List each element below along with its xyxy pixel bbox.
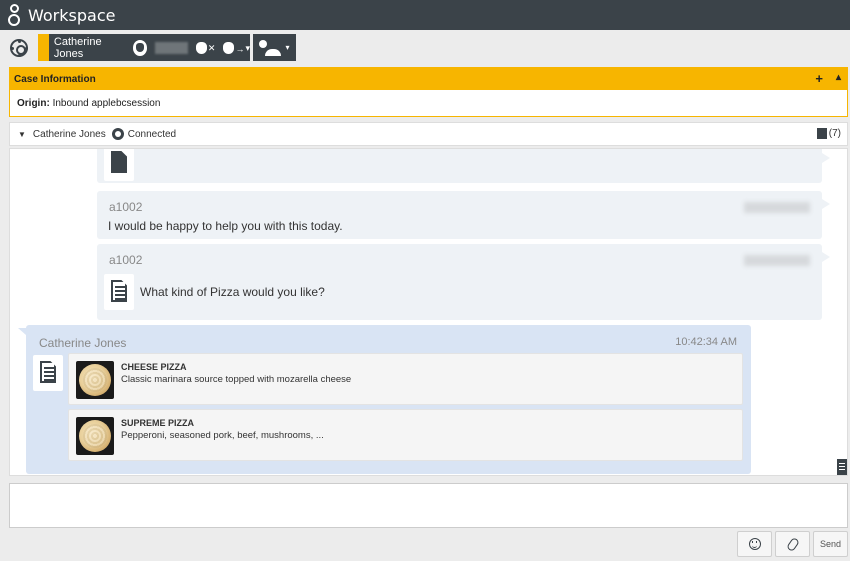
case-origin: Origin: Inbound applebcsession [10,90,847,117]
item-description: Classic marinara source topped with moza… [121,374,352,385]
conversation-bar: ▼ Catherine Jones Connected (7) [9,122,848,146]
message-sender: a1002 [109,200,143,214]
history-count: (7) [828,128,841,139]
top-bar: Workspace [0,0,850,30]
agent-message: a1002 I would be happy to help you with … [97,191,830,239]
genesys-logo-icon [8,4,22,26]
agent-icon [259,39,268,48]
customer-message: Catherine Jones 10:42:34 AM CHEESE PIZZA… [18,325,751,474]
transfer-glyph: → [235,43,245,54]
pizza-image [76,361,114,399]
pizza-image [76,417,114,455]
conversation-status: Connected [127,128,177,140]
history-icon [816,128,827,139]
apple-end-icon [195,41,207,54]
emoji-icon [748,538,761,550]
message-sender: Catherine Jones [39,336,127,350]
message-input[interactable] [9,483,848,528]
gear-icon[interactable] [10,39,28,57]
apple-icon [132,39,148,56]
history-button[interactable]: (7) [816,128,841,139]
footer-bar: Send [0,530,850,561]
case-title: Case Information [14,73,96,85]
list-document-icon [33,355,63,391]
message-text: I would be happy to help you with this t… [108,219,343,233]
chat-transcript[interactable]: a1002 I would be happy to help you with … [9,148,848,476]
item-description: Pepperoni, seasoned pork, beef, mushroom… [121,430,324,441]
chevron-down-icon[interactable]: ▼ [18,130,26,139]
origin-label: Origin: [17,98,50,109]
apple-transfer-button[interactable]: → ▾ [223,41,250,54]
party-name: Catherine Jones [53,35,102,60]
case-header[interactable]: Case Information + ▴ [10,68,847,90]
chevron-down-icon: ▾ [285,43,290,52]
origin-value: Inbound applebcsession [52,98,161,109]
apple-transfer-icon [223,41,235,54]
message-text: What kind of Pizza would you like? [140,285,325,299]
emoji-button[interactable] [737,531,772,557]
redacted-timestamp [744,202,810,213]
message-timestamp: 10:42:34 AM [675,336,737,348]
list-item[interactable]: SUPREME PIZZA Pepperoni, seasoned pork, … [68,409,743,461]
scroll-handle[interactable] [837,459,847,475]
flag-icon [38,34,49,61]
list-item[interactable]: CHEESE PIZZA Classic marinara source top… [68,353,743,405]
case-information-panel: Case Information + ▴ Origin: Inbound app… [9,67,848,117]
send-button[interactable]: Send [813,531,848,557]
agent-message-partial [97,149,830,183]
app-title: Workspace [28,5,116,25]
agent-message: a1002 What kind of Pizza would you like? [97,244,830,320]
list-document-icon [104,274,134,310]
agent-menu-button[interactable]: ▾ [253,34,296,61]
message-sender: a1002 [109,253,143,267]
item-title: SUPREME PIZZA [121,418,195,428]
apple-end-button[interactable]: ✕ [195,41,216,54]
conversation-party: Catherine Jones [32,128,106,140]
apple-icon [111,128,124,140]
item-title: CHEESE PIZZA [121,362,187,372]
redacted-field [155,41,188,54]
toolbar: Catherine Jones ✕ → ▾ ▾ [0,30,850,66]
attachment-icon [785,536,800,552]
document-icon [104,149,134,181]
add-icon[interactable]: + [815,71,823,86]
attachment-button[interactable] [775,531,810,557]
end-glyph: ✕ [207,42,216,53]
party-tab[interactable]: Catherine Jones ✕ → ▾ [38,34,250,61]
collapse-icon[interactable]: ▴ [836,72,841,83]
redacted-timestamp [744,255,810,266]
